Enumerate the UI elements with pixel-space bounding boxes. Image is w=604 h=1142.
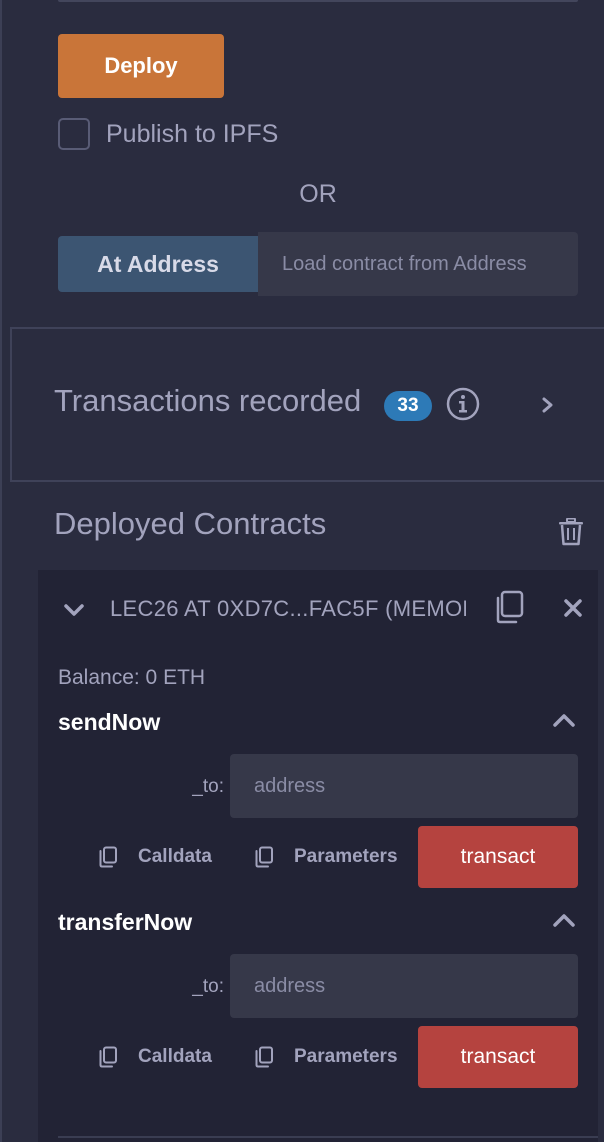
transact-button[interactable]: transact bbox=[418, 826, 578, 888]
chevron-right-icon[interactable] bbox=[536, 393, 558, 417]
param-to-input[interactable] bbox=[230, 954, 578, 1018]
function-name[interactable]: sendNow bbox=[58, 709, 160, 736]
function-action-row: Calldata Parameters transact bbox=[98, 826, 578, 888]
parameters-button[interactable]: Parameters bbox=[294, 846, 398, 868]
contract-header[interactable]: LEC26 AT 0XD7C...FAC5F (MEMORY) bbox=[38, 570, 598, 648]
calldata-button[interactable]: Calldata bbox=[138, 846, 212, 868]
chevron-down-icon[interactable] bbox=[62, 600, 86, 620]
info-icon[interactable] bbox=[446, 387, 480, 421]
deploy-button[interactable]: Deploy bbox=[58, 34, 224, 98]
copy-icon[interactable] bbox=[254, 846, 274, 868]
transactions-recorded-section[interactable]: Transactions recorded 33 bbox=[10, 327, 604, 482]
contract-balance: Balance: 0 ETH bbox=[58, 666, 206, 689]
copy-icon[interactable] bbox=[98, 846, 118, 868]
parameters-button[interactable]: Parameters bbox=[294, 1046, 398, 1068]
deployed-contracts-title: Deployed Contracts bbox=[54, 506, 327, 541]
panel-divider bbox=[58, 1136, 598, 1138]
close-icon[interactable] bbox=[563, 598, 583, 618]
transactions-count-badge: 33 bbox=[384, 391, 432, 421]
publish-ipfs-row[interactable]: Publish to IPFS bbox=[58, 116, 278, 152]
deployed-contract-panel: LEC26 AT 0XD7C...FAC5F (MEMORY) Balance:… bbox=[38, 570, 598, 1142]
function-name[interactable]: transferNow bbox=[58, 909, 192, 936]
param-label: _to: bbox=[192, 776, 224, 797]
chevron-up-icon[interactable] bbox=[552, 712, 576, 728]
copy-icon[interactable] bbox=[254, 1046, 274, 1068]
publish-ipfs-label: Publish to IPFS bbox=[106, 119, 279, 148]
panel-left-border bbox=[0, 0, 2, 1142]
function-action-row: Calldata Parameters transact bbox=[98, 1026, 578, 1088]
at-address-button[interactable]: At Address bbox=[58, 236, 258, 292]
transact-button[interactable]: transact bbox=[418, 1026, 578, 1088]
copy-icon[interactable] bbox=[98, 1046, 118, 1068]
contract-name: LEC26 AT 0XD7C...FAC5F (MEMORY) bbox=[110, 596, 466, 621]
or-divider-text: OR bbox=[299, 180, 337, 208]
copy-icon[interactable] bbox=[494, 590, 524, 624]
param-to-input[interactable] bbox=[230, 754, 578, 818]
param-label: _to: bbox=[192, 976, 224, 997]
calldata-button[interactable]: Calldata bbox=[138, 1046, 212, 1068]
transactions-recorded-title: Transactions recorded bbox=[54, 383, 362, 418]
previous-field-edge bbox=[58, 0, 578, 2]
publish-ipfs-checkbox[interactable] bbox=[58, 118, 90, 150]
chevron-up-icon[interactable] bbox=[552, 912, 576, 928]
trash-icon[interactable] bbox=[558, 518, 584, 546]
contract-address-input[interactable] bbox=[258, 232, 578, 296]
